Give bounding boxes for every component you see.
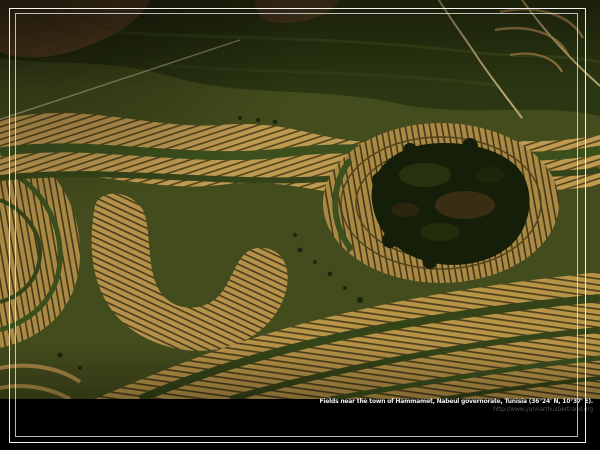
caption: Fields near the town of Hammamet, Nabeul… — [33, 398, 593, 413]
caption-title: Fields near the town of Hammamet, Nabeul… — [33, 398, 593, 405]
aerial-photo — [0, 0, 600, 399]
wallpaper: Fields near the town of Hammamet, Nabeul… — [0, 0, 600, 450]
aerial-photo-art — [0, 0, 600, 399]
caption-url: http://www.yannarthusbertrand.org — [33, 406, 593, 413]
